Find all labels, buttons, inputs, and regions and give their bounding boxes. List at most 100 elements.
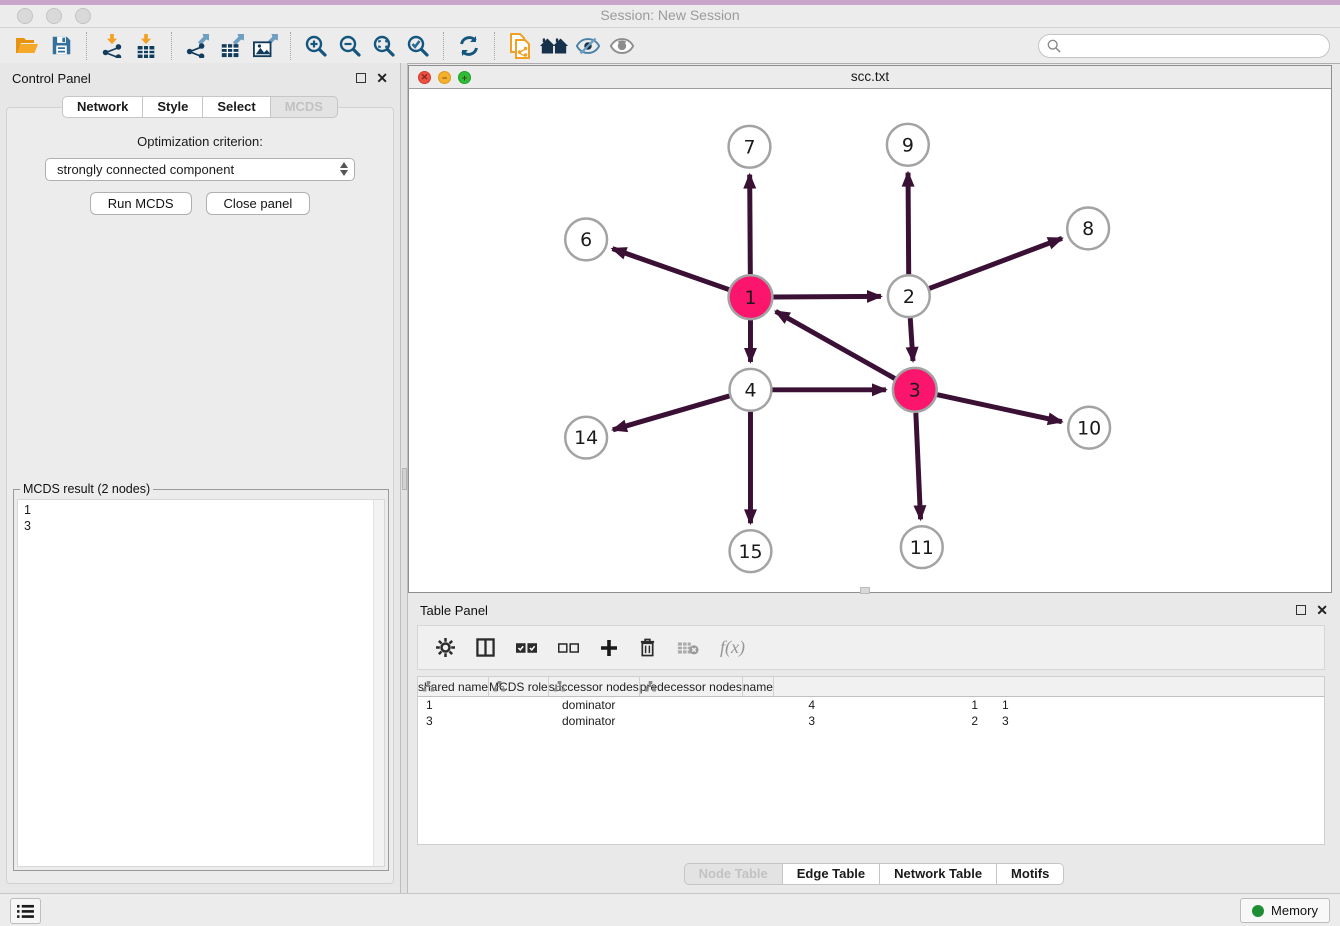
- graph-edge-3-10[interactable]: [937, 395, 1062, 422]
- control-tab-mcds[interactable]: MCDS: [271, 96, 338, 118]
- main-toolbar: [0, 28, 1340, 64]
- graph-edge-2-9[interactable]: [908, 173, 909, 275]
- export-table-button[interactable]: [214, 31, 248, 61]
- selected-criterion: strongly connected component: [57, 162, 234, 177]
- graph-edge-2-3[interactable]: [910, 318, 913, 361]
- graph-edge-1-6[interactable]: [612, 249, 728, 290]
- table-settings-button[interactable]: [436, 638, 455, 657]
- mcds-result-group: MCDS result (2 nodes) 13: [13, 482, 389, 871]
- result-line[interactable]: 3: [24, 518, 370, 534]
- open-network-in-browser-button[interactable]: [503, 31, 537, 61]
- result-line[interactable]: 1: [24, 502, 370, 518]
- import-table-button[interactable]: [129, 31, 163, 61]
- import-network-button[interactable]: [95, 31, 129, 61]
- graph-node-label-7: 7: [743, 136, 755, 158]
- column-successor-nodes[interactable]: successor nodes: [549, 677, 640, 696]
- column-label: name: [743, 680, 773, 694]
- zoom-in-button[interactable]: [299, 31, 333, 61]
- delete-row-button[interactable]: [639, 638, 656, 657]
- attribute-tree-icon: [494, 681, 505, 692]
- graph-node-label-9: 9: [902, 134, 914, 156]
- column-shared-name[interactable]: shared name: [418, 677, 489, 696]
- eye-slash-icon: [575, 36, 601, 56]
- graph-edge-1-2[interactable]: [773, 296, 881, 297]
- control-tab-select[interactable]: Select: [203, 96, 270, 118]
- mcds-tab-content: Optimization criterion: strongly connect…: [6, 107, 394, 884]
- export-network-button[interactable]: [180, 31, 214, 61]
- attribute-tree-icon: [645, 681, 656, 692]
- cell-successor-nodes[interactable]: 4: [669, 698, 831, 712]
- cell-shared-name[interactable]: 1: [418, 698, 554, 712]
- deselect-all-button[interactable]: [558, 642, 579, 654]
- row: 1 dominator 4 1 1: [418, 697, 1324, 713]
- row: 3 dominator 3 2 3: [418, 713, 1324, 729]
- graph-edge-2-8[interactable]: [929, 238, 1062, 288]
- table-tab-network-table[interactable]: Network Table: [880, 863, 997, 885]
- graph-edge-3-11[interactable]: [916, 413, 921, 520]
- zoom-out-button[interactable]: [333, 31, 367, 61]
- hide-selected-button[interactable]: [571, 31, 605, 61]
- checked-boxes-icon: [516, 642, 537, 654]
- run-mcds-button[interactable]: Run MCDS: [90, 192, 192, 215]
- cell-predecessor-nodes[interactable]: 2: [831, 714, 994, 728]
- close-panel-icon[interactable]: ✕: [376, 73, 388, 83]
- save-session-button[interactable]: [44, 31, 78, 61]
- refresh-layout-button[interactable]: [452, 31, 486, 61]
- graph-edge-4-14[interactable]: [613, 396, 730, 430]
- table-tab-node-table[interactable]: Node Table: [684, 863, 783, 885]
- cell-name[interactable]: 1: [994, 698, 1079, 712]
- delete-table-button[interactable]: [677, 640, 699, 656]
- control-panel-header: Control Panel ✕: [0, 63, 400, 93]
- select-all-button[interactable]: [516, 642, 537, 654]
- show-all-networks-button[interactable]: [537, 31, 571, 61]
- optimization-criterion-select[interactable]: strongly connected component: [45, 158, 355, 181]
- application-window: Session: New Session: [0, 0, 1340, 926]
- float-panel-icon[interactable]: [356, 73, 366, 83]
- function-builder-button[interactable]: f(x): [720, 637, 745, 658]
- result-scrollbar[interactable]: [373, 500, 384, 866]
- column-predecessor-nodes[interactable]: predecessor nodes: [640, 677, 743, 696]
- attribute-tree-icon: [423, 681, 434, 692]
- memory-button[interactable]: Memory: [1240, 898, 1330, 923]
- vertical-splitter[interactable]: [400, 63, 408, 893]
- close-table-panel-icon[interactable]: ✕: [1316, 605, 1328, 615]
- cell-mcds-role[interactable]: dominator: [554, 698, 669, 712]
- network-canvas[interactable]: 7968124314101511: [409, 89, 1331, 592]
- show-hidden-button[interactable]: [605, 31, 639, 61]
- control-tab-network[interactable]: Network: [62, 96, 143, 118]
- horizontal-splitter-handle[interactable]: [860, 587, 870, 594]
- table-toolbar: f(x): [417, 625, 1325, 670]
- show-column-button[interactable]: [476, 638, 495, 657]
- search-input[interactable]: [1066, 38, 1321, 53]
- window-titlebar: Session: New Session: [0, 5, 1340, 28]
- control-tab-style[interactable]: Style: [143, 96, 203, 118]
- cell-name[interactable]: 3: [994, 714, 1079, 728]
- float-table-panel-icon[interactable]: [1296, 605, 1306, 615]
- graph-node-label-2: 2: [903, 286, 915, 308]
- table-tab-edge-table[interactable]: Edge Table: [783, 863, 880, 885]
- column-mcds-role[interactable]: MCDS role: [489, 677, 549, 696]
- cell-mcds-role[interactable]: dominator: [554, 714, 669, 728]
- cell-successor-nodes[interactable]: 3: [669, 714, 831, 728]
- zoom-selected-button[interactable]: [401, 31, 435, 61]
- cell-predecessor-nodes[interactable]: 1: [831, 698, 994, 712]
- network-window-titlebar[interactable]: ✕ − + scc.txt: [409, 66, 1331, 89]
- column-name[interactable]: name: [743, 677, 774, 696]
- graph-edge-1-7[interactable]: [750, 175, 751, 275]
- export-image-button[interactable]: [248, 31, 282, 61]
- task-history-button[interactable]: [10, 898, 41, 924]
- table-tab-motifs[interactable]: Motifs: [997, 863, 1064, 885]
- open-session-button[interactable]: [10, 31, 44, 61]
- cell-shared-name[interactable]: 3: [418, 714, 554, 728]
- zoom-out-icon: [338, 34, 362, 58]
- export-network-icon: [185, 34, 209, 58]
- toolbar-separator: [171, 32, 172, 60]
- splitter-handle[interactable]: [402, 468, 407, 490]
- graph-edge-3-1[interactable]: [776, 311, 895, 378]
- add-row-button[interactable]: [600, 639, 618, 657]
- zoom-fit-button[interactable]: [367, 31, 401, 61]
- close-panel-button[interactable]: Close panel: [206, 192, 311, 215]
- network-graph[interactable]: 7968124314101511: [409, 89, 1331, 592]
- node-table: shared name MCDS role successor nodes pr…: [417, 676, 1325, 845]
- export-table-icon: [219, 34, 244, 58]
